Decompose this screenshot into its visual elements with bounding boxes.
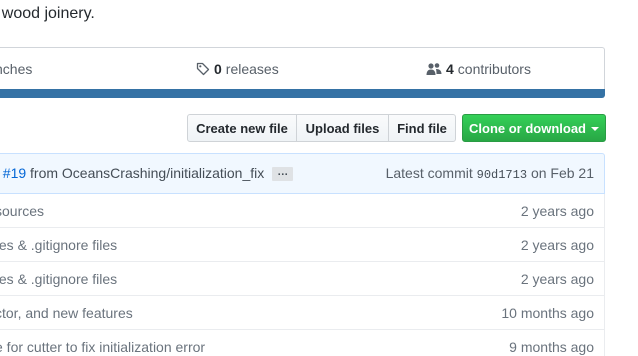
pull-request-link[interactable]: #19 (3, 165, 26, 181)
table-row: sources 2 years ago (0, 194, 604, 228)
file-table: sources 2 years ago tes & .gitignore fil… (0, 194, 605, 356)
upload-files-button[interactable]: Upload files (296, 114, 389, 142)
commit-date: on Feb 21 (530, 165, 594, 181)
contributors-link[interactable]: 4 contributors (426, 61, 531, 77)
latest-commit-label: Latest commit (385, 165, 473, 181)
commit-message-link[interactable]: e for cutter to fix initialization error (0, 339, 205, 355)
commit-sha-link[interactable]: 90d1713 (477, 168, 527, 182)
commit-message-rest: from OceansCrashing/initialization_fix (26, 165, 265, 181)
tag-icon (196, 62, 210, 76)
commit-age: 10 months ago (501, 305, 594, 321)
table-row: tes & .gitignore files 2 years ago (0, 228, 604, 262)
commit-tease: t #19 from OceansCrashing/initialization… (0, 153, 605, 194)
create-new-file-button[interactable]: Create new file (187, 114, 297, 142)
commit-message-link[interactable]: sources (0, 203, 44, 219)
commit-age: 2 years ago (520, 237, 594, 253)
table-row: e for cutter to fix initialization error… (0, 330, 604, 356)
clone-or-download-label: Clone or download (469, 120, 586, 136)
language-bar[interactable] (0, 89, 605, 98)
chevron-down-icon (591, 126, 599, 131)
numbers-summary: nches 0 releases 4 contrib (0, 47, 605, 89)
ellipsis-expander-button[interactable]: … (272, 167, 294, 182)
branches-label: nches (0, 61, 33, 77)
commit-age: 9 months ago (509, 339, 594, 355)
commit-message-link[interactable]: tes & .gitignore files (0, 271, 117, 287)
people-icon (426, 62, 442, 76)
repo-page: r wood joinery. nches 0 releases (0, 0, 638, 356)
commit-message-link[interactable]: tes & .gitignore files (0, 237, 117, 253)
commit-age: 2 years ago (520, 271, 594, 287)
contributors-count: 4 (446, 61, 454, 77)
find-file-button[interactable]: Find file (388, 114, 456, 142)
latest-commit: Latest commit 90d1713 on Feb 21 (386, 165, 594, 182)
clone-or-download-button[interactable]: Clone or download (462, 114, 606, 142)
table-row: ctor, and new features 10 months ago (0, 296, 604, 330)
commit-age: 2 years ago (520, 203, 594, 219)
commit-message[interactable]: t #19 from OceansCrashing/initialization… (0, 165, 294, 182)
branches-link[interactable]: nches (0, 61, 32, 77)
repo-description: r wood joinery. (0, 5, 95, 22)
contributors-label: contributors (457, 61, 531, 77)
commit-message-link[interactable]: ctor, and new features (0, 305, 133, 321)
table-row: tes & .gitignore files 2 years ago (0, 262, 604, 296)
releases-label: releases (225, 61, 279, 77)
releases-link[interactable]: 0 releases (196, 61, 279, 77)
releases-count: 0 (214, 61, 222, 77)
